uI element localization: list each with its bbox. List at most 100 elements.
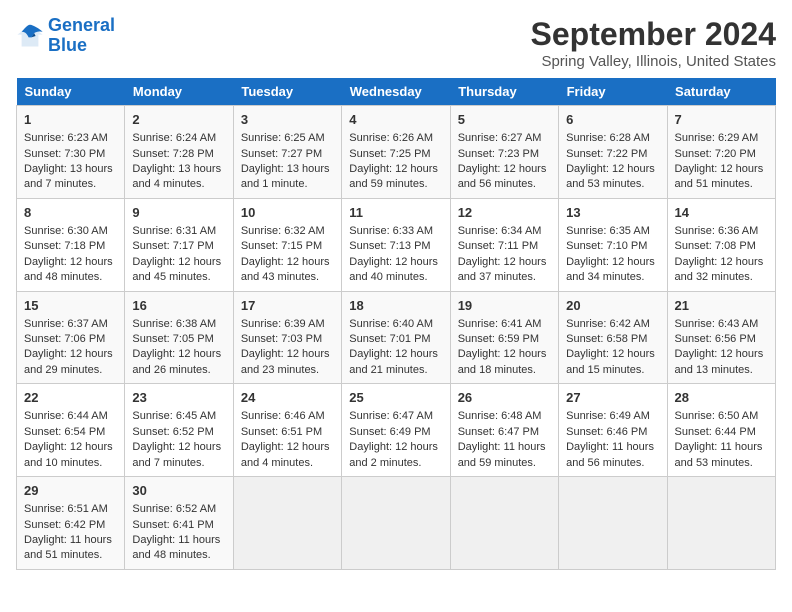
day-number: 28 xyxy=(675,389,768,407)
calendar-cell: 7Sunrise: 6:29 AMSunset: 7:20 PMDaylight… xyxy=(667,106,775,199)
daylight-text: Daylight: 11 hours and 53 minutes. xyxy=(675,440,768,471)
sunset-text: Sunset: 6:59 PM xyxy=(458,332,551,347)
day-number: 4 xyxy=(349,111,442,129)
sunrise-text: Sunrise: 6:43 AM xyxy=(675,317,768,332)
calendar-cell xyxy=(233,477,341,570)
day-number: 15 xyxy=(24,297,117,315)
sunset-text: Sunset: 7:30 PM xyxy=(24,147,117,162)
sunset-text: Sunset: 7:23 PM xyxy=(458,147,551,162)
day-number: 14 xyxy=(675,204,768,222)
daylight-text: Daylight: 12 hours and 26 minutes. xyxy=(132,347,225,378)
sunrise-text: Sunrise: 6:27 AM xyxy=(458,131,551,146)
sunset-text: Sunset: 7:18 PM xyxy=(24,239,117,254)
calendar-cell: 21Sunrise: 6:43 AMSunset: 6:56 PMDayligh… xyxy=(667,291,775,384)
daylight-text: Daylight: 12 hours and 51 minutes. xyxy=(675,162,768,193)
col-header-thursday: Thursday xyxy=(450,78,558,106)
calendar-cell: 12Sunrise: 6:34 AMSunset: 7:11 PMDayligh… xyxy=(450,198,558,291)
sunset-text: Sunset: 6:46 PM xyxy=(566,425,659,440)
calendar-cell: 25Sunrise: 6:47 AMSunset: 6:49 PMDayligh… xyxy=(342,384,450,477)
daylight-text: Daylight: 12 hours and 7 minutes. xyxy=(132,440,225,471)
daylight-text: Daylight: 13 hours and 4 minutes. xyxy=(132,162,225,193)
col-header-friday: Friday xyxy=(559,78,667,106)
page-subtitle: Spring Valley, Illinois, United States xyxy=(531,53,776,70)
day-number: 17 xyxy=(241,297,334,315)
day-number: 7 xyxy=(675,111,768,129)
sunset-text: Sunset: 7:08 PM xyxy=(675,239,768,254)
daylight-text: Daylight: 12 hours and 32 minutes. xyxy=(675,255,768,286)
sunset-text: Sunset: 7:25 PM xyxy=(349,147,442,162)
sunrise-text: Sunrise: 6:38 AM xyxy=(132,317,225,332)
sunrise-text: Sunrise: 6:28 AM xyxy=(566,131,659,146)
sunrise-text: Sunrise: 6:50 AM xyxy=(675,409,768,424)
week-row-3: 15Sunrise: 6:37 AMSunset: 7:06 PMDayligh… xyxy=(17,291,776,384)
calendar-cell xyxy=(667,477,775,570)
day-number: 20 xyxy=(566,297,659,315)
daylight-text: Daylight: 11 hours and 51 minutes. xyxy=(24,533,117,564)
sunset-text: Sunset: 6:52 PM xyxy=(132,425,225,440)
sunset-text: Sunset: 6:41 PM xyxy=(132,518,225,533)
sunrise-text: Sunrise: 6:24 AM xyxy=(132,131,225,146)
calendar-cell: 9Sunrise: 6:31 AMSunset: 7:17 PMDaylight… xyxy=(125,198,233,291)
sunset-text: Sunset: 7:27 PM xyxy=(241,147,334,162)
sunrise-text: Sunrise: 6:29 AM xyxy=(675,131,768,146)
calendar-cell: 13Sunrise: 6:35 AMSunset: 7:10 PMDayligh… xyxy=(559,198,667,291)
daylight-text: Daylight: 12 hours and 34 minutes. xyxy=(566,255,659,286)
sunrise-text: Sunrise: 6:48 AM xyxy=(458,409,551,424)
sunset-text: Sunset: 7:28 PM xyxy=(132,147,225,162)
calendar-cell: 2Sunrise: 6:24 AMSunset: 7:28 PMDaylight… xyxy=(125,106,233,199)
sunrise-text: Sunrise: 6:31 AM xyxy=(132,224,225,239)
sunset-text: Sunset: 6:51 PM xyxy=(241,425,334,440)
sunset-text: Sunset: 6:47 PM xyxy=(458,425,551,440)
sunrise-text: Sunrise: 6:40 AM xyxy=(349,317,442,332)
calendar-cell: 30Sunrise: 6:52 AMSunset: 6:41 PMDayligh… xyxy=(125,477,233,570)
day-number: 29 xyxy=(24,482,117,500)
daylight-text: Daylight: 12 hours and 13 minutes. xyxy=(675,347,768,378)
daylight-text: Daylight: 12 hours and 59 minutes. xyxy=(349,162,442,193)
calendar-cell: 26Sunrise: 6:48 AMSunset: 6:47 PMDayligh… xyxy=(450,384,558,477)
sunset-text: Sunset: 7:15 PM xyxy=(241,239,334,254)
daylight-text: Daylight: 12 hours and 29 minutes. xyxy=(24,347,117,378)
calendar-cell: 16Sunrise: 6:38 AMSunset: 7:05 PMDayligh… xyxy=(125,291,233,384)
sunrise-text: Sunrise: 6:44 AM xyxy=(24,409,117,424)
calendar-cell: 19Sunrise: 6:41 AMSunset: 6:59 PMDayligh… xyxy=(450,291,558,384)
calendar-cell: 15Sunrise: 6:37 AMSunset: 7:06 PMDayligh… xyxy=(17,291,125,384)
sunset-text: Sunset: 7:10 PM xyxy=(566,239,659,254)
week-row-1: 1Sunrise: 6:23 AMSunset: 7:30 PMDaylight… xyxy=(17,106,776,199)
day-number: 5 xyxy=(458,111,551,129)
calendar-cell: 20Sunrise: 6:42 AMSunset: 6:58 PMDayligh… xyxy=(559,291,667,384)
page-title: September 2024 xyxy=(531,16,776,53)
calendar-cell: 28 Sunrise: 6:50 AMSunset: 6:44 PMDayligh… xyxy=(667,384,775,477)
sunset-text: Sunset: 6:44 PM xyxy=(675,425,768,440)
day-number: 6 xyxy=(566,111,659,129)
sunrise-text: Sunrise: 6:41 AM xyxy=(458,317,551,332)
calendar-cell: 27Sunrise: 6:49 AMSunset: 6:46 PMDayligh… xyxy=(559,384,667,477)
day-number: 3 xyxy=(241,111,334,129)
sunset-text: Sunset: 7:01 PM xyxy=(349,332,442,347)
title-area: September 2024 Spring Valley, Illinois, … xyxy=(531,16,776,70)
day-number: 11 xyxy=(349,204,442,222)
daylight-text: Daylight: 11 hours and 56 minutes. xyxy=(566,440,659,471)
daylight-text: Daylight: 13 hours and 1 minute. xyxy=(241,162,334,193)
calendar-cell: 11Sunrise: 6:33 AMSunset: 7:13 PMDayligh… xyxy=(342,198,450,291)
daylight-text: Daylight: 12 hours and 37 minutes. xyxy=(458,255,551,286)
day-number: 1 xyxy=(24,111,117,129)
calendar-cell: 8Sunrise: 6:30 AMSunset: 7:18 PMDaylight… xyxy=(17,198,125,291)
calendar-cell xyxy=(342,477,450,570)
daylight-text: Daylight: 12 hours and 2 minutes. xyxy=(349,440,442,471)
sunrise-text: Sunrise: 6:36 AM xyxy=(675,224,768,239)
col-header-sunday: Sunday xyxy=(17,78,125,106)
day-number: 24 xyxy=(241,389,334,407)
week-row-2: 8Sunrise: 6:30 AMSunset: 7:18 PMDaylight… xyxy=(17,198,776,291)
calendar-cell: 22Sunrise: 6:44 AMSunset: 6:54 PMDayligh… xyxy=(17,384,125,477)
sunset-text: Sunset: 7:06 PM xyxy=(24,332,117,347)
calendar-cell: 14 Sunrise: 6:36 AMSunset: 7:08 PMDayligh… xyxy=(667,198,775,291)
day-number: 10 xyxy=(241,204,334,222)
sunrise-text: Sunrise: 6:52 AM xyxy=(132,502,225,517)
sunset-text: Sunset: 6:58 PM xyxy=(566,332,659,347)
sunrise-text: Sunrise: 6:51 AM xyxy=(24,502,117,517)
calendar-cell: 5Sunrise: 6:27 AMSunset: 7:23 PMDaylight… xyxy=(450,106,558,199)
daylight-text: Daylight: 11 hours and 59 minutes. xyxy=(458,440,551,471)
sunrise-text: Sunrise: 6:47 AM xyxy=(349,409,442,424)
sunset-text: Sunset: 7:11 PM xyxy=(458,239,551,254)
sunset-text: Sunset: 6:49 PM xyxy=(349,425,442,440)
